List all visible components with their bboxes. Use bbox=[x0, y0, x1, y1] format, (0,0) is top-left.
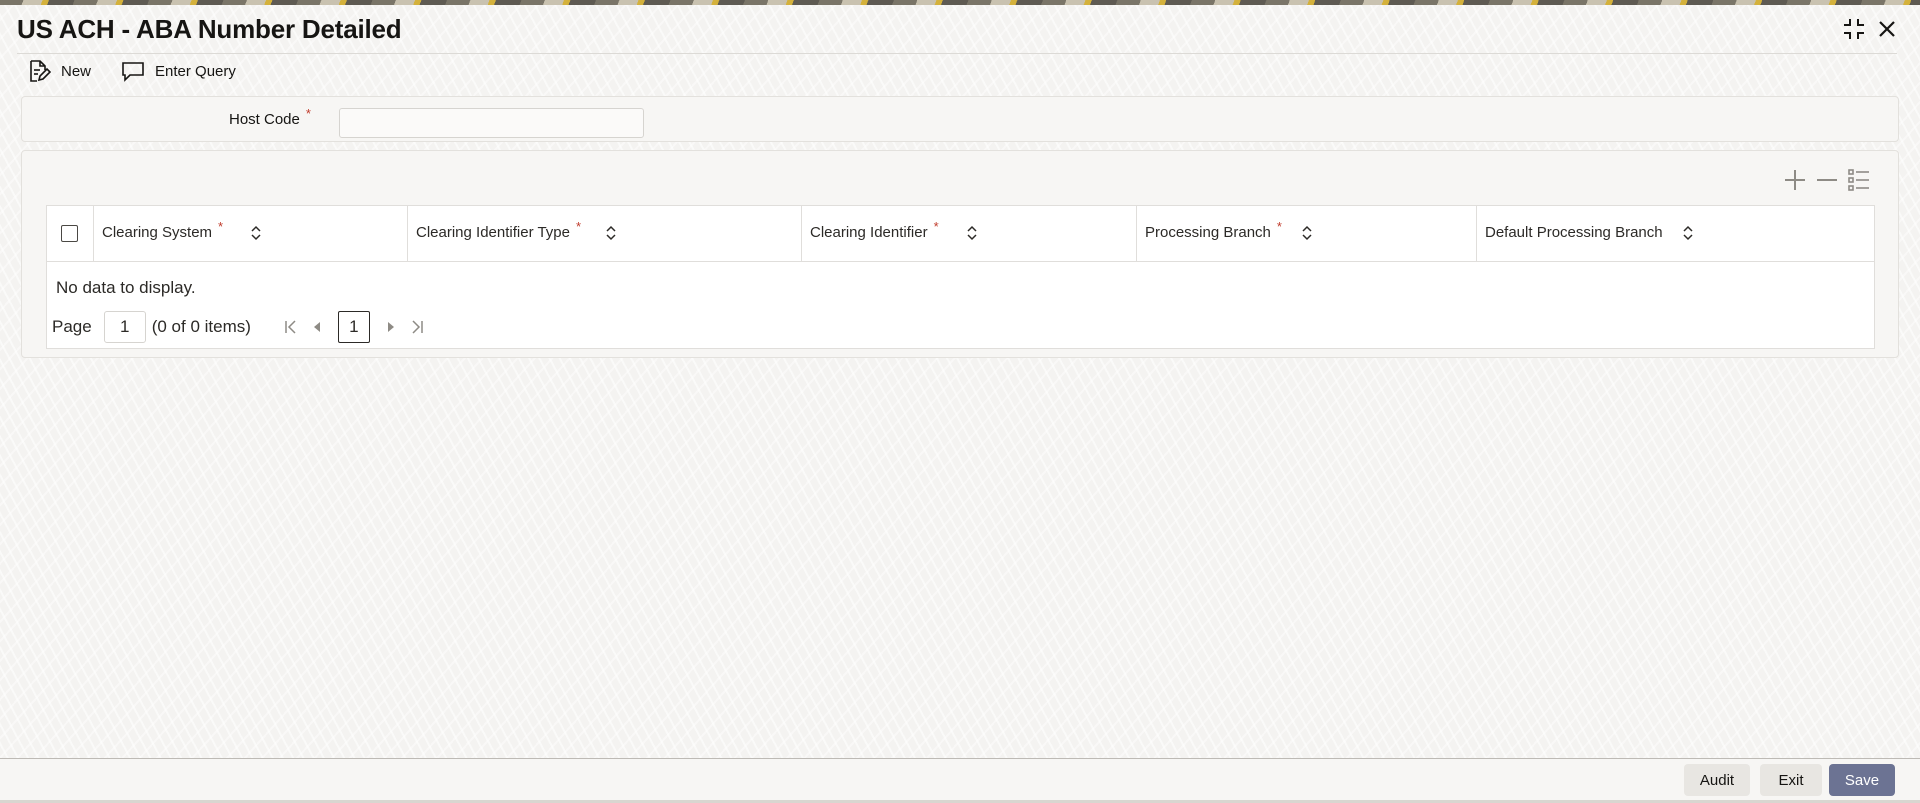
enter-query-label: Enter Query bbox=[155, 62, 236, 80]
new-button[interactable]: New bbox=[26, 58, 91, 84]
items-summary: (0 of 0 items) bbox=[151, 317, 251, 336]
first-page-icon[interactable] bbox=[278, 314, 304, 340]
pagination: Page 1 (0 of 0 items) 1 bbox=[52, 309, 430, 345]
audit-button[interactable]: Audit bbox=[1684, 764, 1750, 796]
column-label: Clearing Identifier bbox=[810, 224, 928, 241]
column-label: Processing Branch bbox=[1145, 224, 1271, 241]
required-marker: * bbox=[305, 106, 311, 121]
aba-number-table: Clearing System * Clearing Identifier Typ… bbox=[46, 205, 1875, 349]
current-page-button[interactable]: 1 bbox=[337, 311, 370, 343]
footer: Audit Exit Save bbox=[0, 759, 1920, 803]
collapse-icon[interactable] bbox=[1841, 16, 1867, 42]
column-label: Clearing Identifier Type bbox=[416, 224, 570, 241]
required-marker: * bbox=[1276, 219, 1282, 234]
exit-button[interactable]: Exit bbox=[1760, 764, 1822, 796]
add-row-icon[interactable] bbox=[1781, 167, 1809, 193]
column-label: Default Processing Branch bbox=[1485, 224, 1663, 241]
page-number-input[interactable]: 1 bbox=[103, 311, 146, 343]
host-code-label: Host Code * bbox=[229, 106, 311, 128]
page-label: Page bbox=[52, 317, 92, 336]
save-button[interactable]: Save bbox=[1829, 764, 1895, 796]
host-code-input[interactable] bbox=[339, 108, 644, 138]
select-all-column bbox=[47, 206, 94, 262]
empty-table-message: No data to display. bbox=[56, 278, 196, 297]
delete-row-icon[interactable] bbox=[1813, 167, 1841, 193]
required-marker: * bbox=[575, 219, 582, 234]
sort-icon[interactable] bbox=[1300, 222, 1314, 244]
enter-query-button[interactable]: Enter Query bbox=[120, 58, 236, 84]
new-document-icon bbox=[30, 60, 52, 82]
column-clearing-system[interactable]: Clearing System * bbox=[94, 206, 408, 262]
title-divider bbox=[17, 53, 1897, 54]
close-icon[interactable] bbox=[1874, 16, 1900, 42]
column-clearing-identifier-type[interactable]: Clearing Identifier Type * bbox=[408, 206, 802, 262]
aba-number-grid-panel: Clearing System * Clearing Identifier Typ… bbox=[21, 150, 1899, 358]
sort-icon[interactable] bbox=[249, 222, 263, 244]
grid-toolbar bbox=[1777, 167, 1873, 193]
sort-icon[interactable] bbox=[604, 222, 618, 244]
column-processing-branch[interactable]: Processing Branch * bbox=[1137, 206, 1477, 262]
single-record-view-icon[interactable] bbox=[1845, 167, 1873, 193]
required-marker: * bbox=[933, 219, 939, 234]
select-all-checkbox[interactable] bbox=[61, 225, 78, 242]
header-decoration-stripe bbox=[0, 0, 1920, 5]
host-code-panel: Host Code * bbox=[21, 96, 1899, 142]
column-label: Clearing System bbox=[102, 224, 213, 241]
toolbar: New Enter Query bbox=[26, 56, 236, 86]
column-default-processing-branch[interactable]: Default Processing Branch bbox=[1477, 206, 1874, 262]
sort-icon[interactable] bbox=[965, 222, 979, 244]
next-page-icon[interactable] bbox=[378, 314, 404, 340]
table-header: Clearing System * Clearing Identifier Typ… bbox=[47, 206, 1874, 262]
new-label: New bbox=[61, 62, 92, 80]
required-marker: * bbox=[218, 219, 224, 234]
page-title: US ACH - ABA Number Detailed bbox=[17, 14, 402, 44]
column-clearing-identifier[interactable]: Clearing Identifier * bbox=[802, 206, 1137, 262]
speech-bubble-icon bbox=[122, 62, 144, 82]
sort-icon[interactable] bbox=[1681, 222, 1695, 244]
last-page-icon[interactable] bbox=[404, 314, 430, 340]
previous-page-icon[interactable] bbox=[304, 314, 330, 340]
